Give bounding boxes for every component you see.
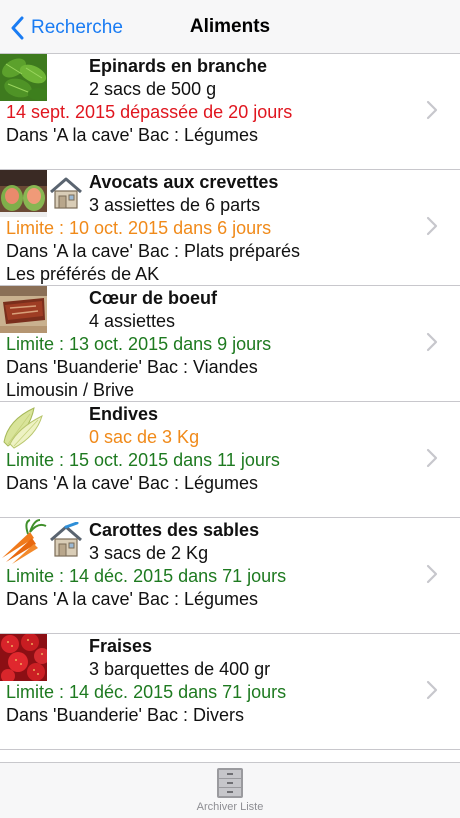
item-location: Dans 'A la cave' Bac : Légumes	[6, 473, 259, 493]
spinach-photo	[0, 54, 47, 101]
item-name: Fraises	[89, 636, 153, 656]
item-quantity: 2 sacs de 500 g	[89, 79, 217, 99]
page-title: Aliments	[189, 16, 271, 37]
thumbnails	[0, 518, 85, 566]
item-expiry-date: 14 sept. 2015 dépassée de 20 jours	[6, 102, 293, 122]
item-quantity: 4 assiettes	[89, 311, 176, 331]
food-item-avocats[interactable]: Avocats aux crevettes 3 assiettes de 6 p…	[0, 170, 460, 286]
thumbnails	[0, 286, 47, 334]
item-location: Dans 'Buanderie' Bac : Divers	[6, 705, 244, 725]
item-location: Dans 'A la cave' Bac : Légumes	[6, 589, 259, 609]
endive-photo	[0, 402, 47, 449]
thumbnails	[0, 634, 47, 682]
food-item-endives[interactable]: Endives 0 sac de 3 Kg Limite : 15 oct. 2…	[0, 402, 460, 518]
archive-list-label: Archiver Liste	[196, 801, 264, 813]
chevron-right-icon	[426, 332, 438, 352]
beef-photo	[0, 286, 47, 333]
food-item-fraises[interactable]: Fraises 3 barquettes de 400 gr Limite : …	[0, 634, 460, 750]
item-expiry-date: Limite : 14 déc. 2015 dans 71 jours	[6, 566, 287, 586]
item-location: Dans 'A la cave' Bac : Légumes	[6, 125, 259, 145]
item-name: Avocats aux crevettes	[89, 172, 279, 192]
item-expiry-date: Limite : 10 oct. 2015 dans 6 jours	[6, 218, 272, 238]
item-expiry-date: Limite : 14 déc. 2015 dans 71 jours	[6, 682, 287, 702]
chevron-right-icon	[426, 680, 438, 700]
item-location: Dans 'Buanderie' Bac : Viandes	[6, 357, 258, 377]
item-quantity: 3 sacs de 2 Kg	[89, 543, 209, 563]
thumbnails	[0, 54, 47, 102]
chevron-right-icon	[426, 564, 438, 584]
item-location: Dans 'A la cave' Bac : Plats préparés	[6, 241, 301, 261]
food-item-coeur-de-boeuf[interactable]: Cœur de boeuf 4 assiettes Limite : 13 oc…	[0, 286, 460, 402]
item-name: Epinards en branche	[89, 56, 268, 76]
carrots-photo	[0, 518, 47, 565]
thumbnails	[0, 402, 47, 450]
avocado-shrimp-photo	[0, 170, 47, 217]
item-quantity: 3 barquettes de 400 gr	[89, 659, 271, 679]
food-item-epinards[interactable]: Epinards en branche 2 sacs de 500 g 14 s…	[0, 54, 460, 170]
item-quantity: 0 sac de 3 Kg	[89, 427, 200, 447]
item-note: Limousin / Brive	[6, 380, 135, 400]
archive-list-button[interactable]: Archiver Liste	[180, 767, 280, 817]
house-icon	[50, 177, 82, 209]
bottom-toolbar: Archiver Liste	[0, 762, 460, 818]
chevron-right-icon	[426, 216, 438, 236]
item-name: Cœur de boeuf	[89, 288, 217, 308]
item-expiry-date: Limite : 15 oct. 2015 dans 11 jours	[6, 450, 280, 470]
food-item-carottes[interactable]: Carottes des sables 3 sacs de 2 Kg Limit…	[0, 518, 460, 634]
chevron-right-icon	[426, 100, 438, 120]
item-name: Endives	[89, 404, 159, 424]
chevron-right-icon	[426, 448, 438, 468]
strawberries-photo	[0, 634, 47, 681]
item-note: Les préférés de AK	[6, 264, 160, 284]
item-expiry-date: Limite : 13 oct. 2015 dans 9 jours	[6, 334, 272, 354]
item-name: Carottes des sables	[89, 520, 260, 540]
item-quantity: 3 assiettes de 6 parts	[89, 195, 261, 215]
food-list: Epinards en branche 2 sacs de 500 g 14 s…	[0, 54, 460, 750]
house-icon	[50, 522, 82, 557]
filing-cabinet-icon	[217, 768, 243, 798]
navigation-bar: Recherche Aliments	[0, 0, 460, 54]
thumbnails	[0, 170, 85, 218]
